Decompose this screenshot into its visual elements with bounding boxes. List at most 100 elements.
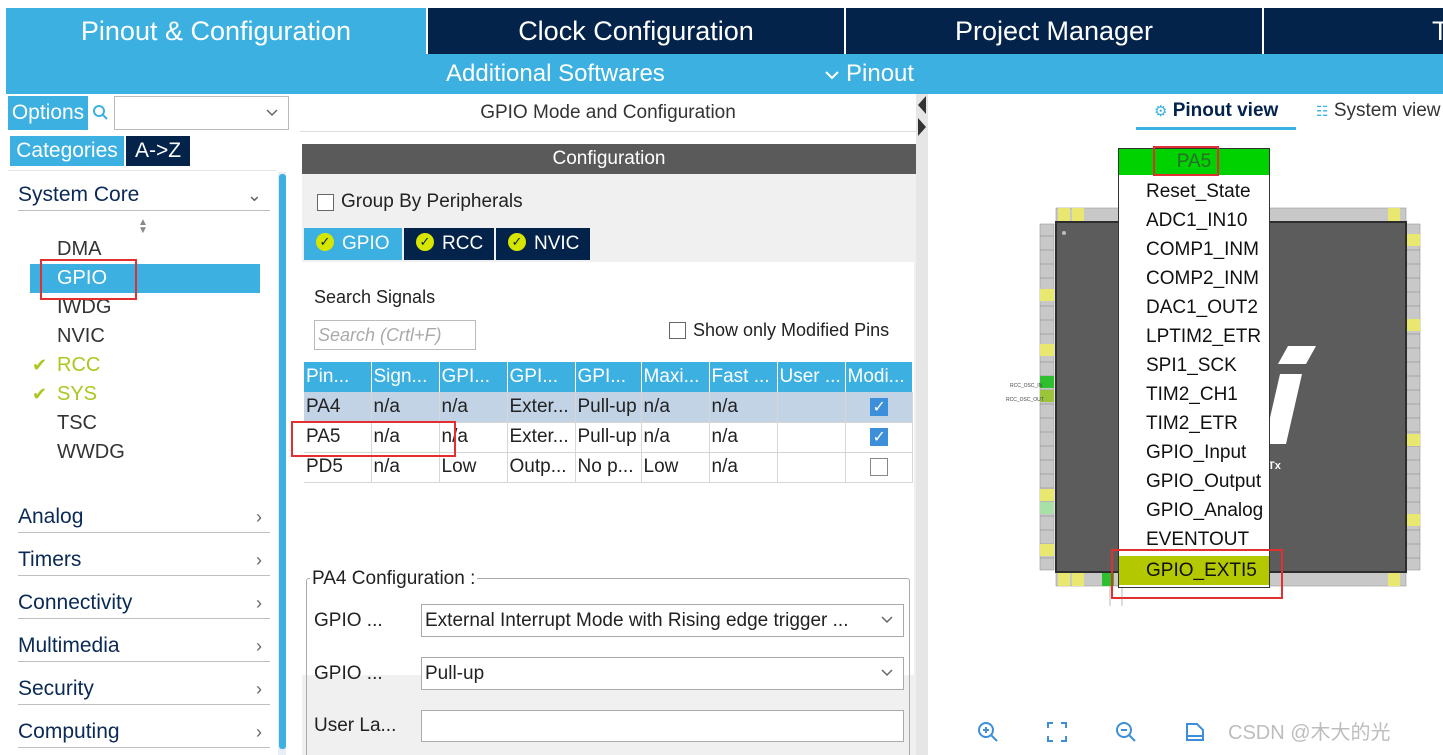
section-security[interactable]: Security › <box>18 673 270 705</box>
pinout-view-panel: ⚙ Pinout view ☷ System view Tx RCC_OSC_I… <box>928 94 1443 755</box>
cell: Exter... <box>507 422 576 453</box>
popup-item-comp2-inm[interactable]: COMP2_INM <box>1119 264 1269 293</box>
categories-tab[interactable]: Categories <box>10 136 124 166</box>
sidebar-item-sys[interactable]: ✔ SYS <box>30 380 260 409</box>
chevron-right-icon: › <box>256 679 262 699</box>
chevron-down-icon <box>266 109 278 117</box>
search-signals-input[interactable]: Search (Crtl+F) <box>314 320 476 350</box>
chevron-down-icon: ⌄ <box>246 185 262 205</box>
check-icon: ✔ <box>32 355 48 375</box>
stm32cubemx-window: Pinout & Configuration Clock Configurati… <box>0 0 1443 755</box>
popup-item-gpio-analog[interactable]: GPIO_Analog <box>1119 496 1269 525</box>
modified-checkbox[interactable] <box>869 457 888 476</box>
column-header-gpio-output[interactable]: GPI... <box>439 362 508 392</box>
section-computing[interactable]: Computing › <box>18 716 270 748</box>
popup-item-gpio-input[interactable]: GPIO_Input <box>1119 438 1269 467</box>
section-label: Security <box>18 677 94 700</box>
cell: Pull-up <box>575 392 642 423</box>
gpio-pull-value: Pull-up <box>425 663 485 684</box>
gpio-mode-value: External Interrupt Mode with Rising edge… <box>425 610 849 631</box>
column-header-user-label[interactable]: User ... <box>777 362 846 392</box>
sidebar-item-nvic[interactable]: NVIC <box>30 322 260 351</box>
tab-pinout-configuration[interactable]: Pinout & Configuration <box>6 8 426 54</box>
item-label: TSC <box>57 412 97 434</box>
zoom-in-icon[interactable] <box>976 720 1000 750</box>
cell <box>845 452 913 483</box>
user-label-label: User La... <box>314 715 397 736</box>
cell: PA4 <box>304 392 372 423</box>
popup-item-comp1-inm[interactable]: COMP1_INM <box>1119 235 1269 264</box>
fit-screen-icon[interactable] <box>1045 720 1069 750</box>
zoom-out-icon[interactable] <box>1114 720 1138 750</box>
chevron-down-icon <box>881 616 893 624</box>
pin-configuration-title: PA4 Configuration : <box>310 568 478 590</box>
column-header-modified[interactable]: Modi... <box>845 362 913 392</box>
category-list: System Core ⌄ ▲ ▼ DMA GPIO IWDG NVIC ✔ RCC… <box>8 170 276 755</box>
pinout-menu[interactable]: Pinout <box>824 54 914 94</box>
popup-item-reset-state[interactable]: Reset_State <box>1119 177 1269 206</box>
popup-item-lptim2-etr[interactable]: LPTIM2_ETR <box>1119 322 1269 351</box>
sub-navigation-bar: Additional Softwares Pinout <box>6 54 1443 94</box>
group-by-peripherals-checkbox[interactable] <box>317 194 334 211</box>
table-row[interactable]: PA4 n/a n/a Exter... Pull-up n/a n/a <box>304 392 913 423</box>
collapse-left-icon <box>918 96 926 136</box>
pinout-menu-label: Pinout <box>846 60 915 87</box>
tab-gpio[interactable]: ✓ GPIO <box>304 228 402 260</box>
section-analog[interactable]: Analog › <box>18 501 270 533</box>
search-signals-label: Search Signals <box>314 287 436 307</box>
annotation-box <box>1111 549 1283 599</box>
popup-item-tim2-ch1[interactable]: TIM2_CH1 <box>1119 380 1269 409</box>
cell: n/a <box>709 452 778 483</box>
section-timers[interactable]: Timers › <box>18 544 270 576</box>
cell: n/a <box>641 422 710 453</box>
section-connectivity[interactable]: Connectivity › <box>18 587 270 619</box>
tab-label: RCC <box>442 233 484 254</box>
category-search-combo[interactable] <box>114 96 289 130</box>
section-system-core[interactable]: System Core ⌄ <box>18 179 270 211</box>
section-multimedia[interactable]: Multimedia › <box>18 630 270 662</box>
item-label: RCC <box>57 354 101 376</box>
scrollbar-thumb[interactable] <box>279 174 286 749</box>
export-icon[interactable] <box>1183 720 1207 750</box>
sidebar-item-wwdg[interactable]: WWDG <box>30 438 260 467</box>
cell: Pull-up <box>575 422 642 453</box>
show-modified-checkbox[interactable] <box>669 322 686 339</box>
modified-checkbox[interactable] <box>869 397 888 417</box>
tab-nvic[interactable]: ✓ NVIC <box>496 228 590 260</box>
chevron-right-icon: › <box>256 593 262 613</box>
sidebar-item-tsc[interactable]: TSC <box>30 409 260 438</box>
section-label: Timers <box>18 548 82 571</box>
popup-item-spi1-sck[interactable]: SPI1_SCK <box>1119 351 1269 380</box>
popup-item-dac1-out2[interactable]: DAC1_OUT2 <box>1119 293 1269 322</box>
tab-project-manager[interactable]: Project Manager <box>846 8 1262 54</box>
column-header-gpio-mode[interactable]: GPI... <box>507 362 576 392</box>
a-z-tab[interactable]: A->Z <box>126 136 190 166</box>
annotation-box <box>40 259 137 300</box>
column-header-fast-mode[interactable]: Fast ... <box>709 362 778 392</box>
section-label: Analog <box>18 505 84 528</box>
check-circle-icon: ✓ <box>508 233 526 252</box>
user-label-input[interactable] <box>421 710 904 742</box>
gpio-mode-select[interactable]: External Interrupt Mode with Rising edge… <box>421 604 904 637</box>
column-header-max-speed[interactable]: Maxi... <box>641 362 710 392</box>
gpio-pull-select[interactable]: Pull-up <box>421 657 904 690</box>
popup-item-tim2-etr[interactable]: TIM2_ETR <box>1119 409 1269 438</box>
tab-tools[interactable]: T <box>1264 8 1443 54</box>
chevron-right-icon: › <box>256 636 262 656</box>
column-header-pin[interactable]: Pin... <box>304 362 372 392</box>
panel-splitter[interactable] <box>916 94 928 755</box>
tab-rcc[interactable]: ✓ RCC <box>404 228 494 260</box>
column-header-signal[interactable]: Sign... <box>371 362 440 392</box>
column-header-gpio-pull[interactable]: GPI... <box>575 362 642 392</box>
chevron-down-icon <box>881 669 893 677</box>
check-icon: ✔ <box>32 384 48 404</box>
tab-clock-configuration[interactable]: Clock Configuration <box>428 8 844 54</box>
sidebar-item-rcc[interactable]: ✔ RCC <box>30 351 260 380</box>
popup-item-adc1-in10[interactable]: ADC1_IN10 <box>1119 206 1269 235</box>
section-label: Multimedia <box>18 634 120 657</box>
search-icon <box>90 96 114 130</box>
popup-item-gpio-output[interactable]: GPIO_Output <box>1119 467 1269 496</box>
modified-checkbox[interactable] <box>869 427 888 447</box>
watermark: CSDN @木大的光 <box>1228 722 1391 744</box>
additional-softwares-menu[interactable]: Additional Softwares <box>446 54 665 94</box>
